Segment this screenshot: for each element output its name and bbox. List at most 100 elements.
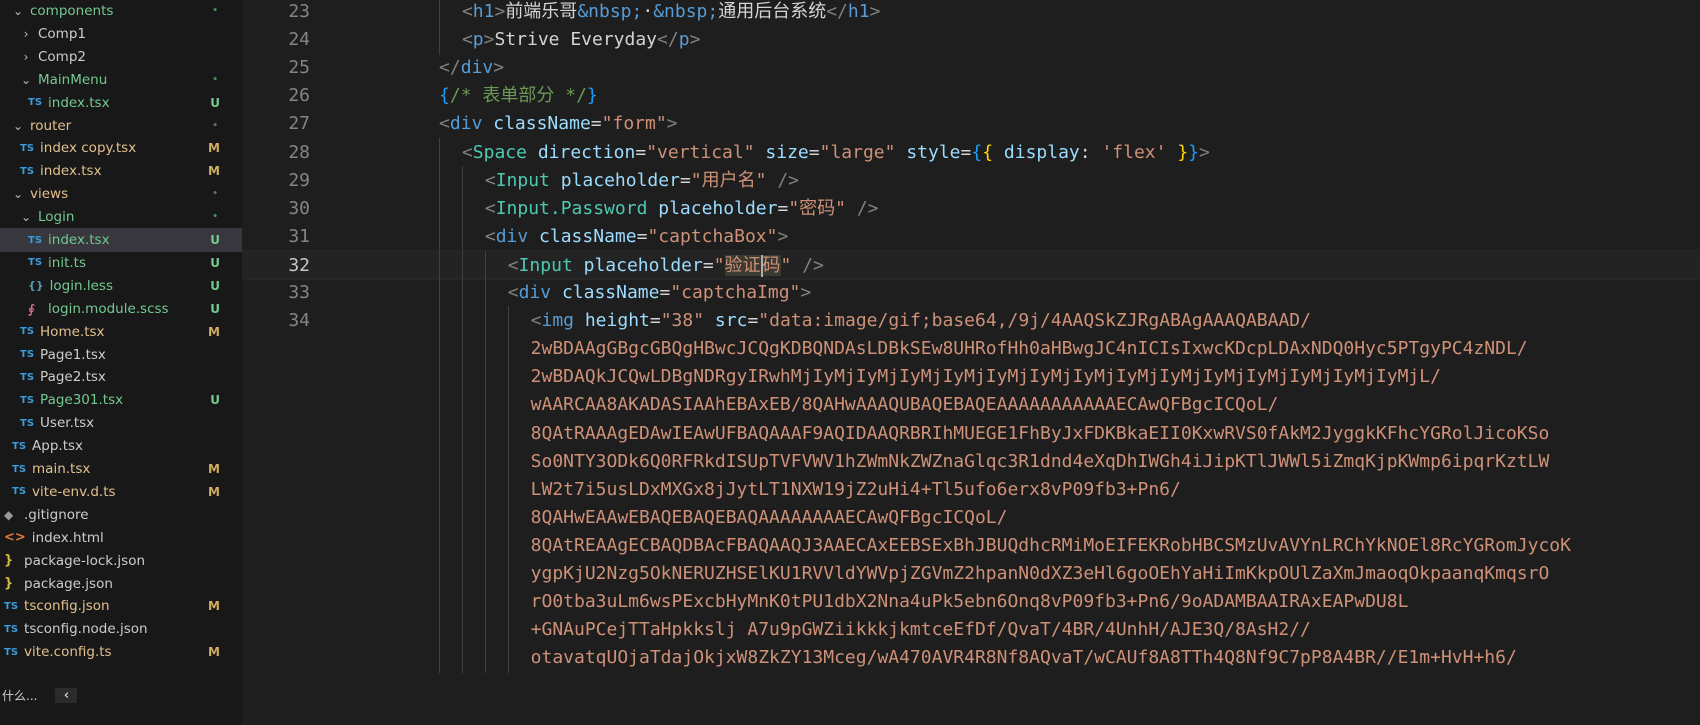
- explorer-item-tsconfig-json[interactable]: TS tsconfig.json M: [0, 594, 242, 618]
- explorer-item-init-ts[interactable]: TS init.ts U: [0, 251, 242, 275]
- explorer-item-label: vite-env.d.ts: [32, 483, 116, 500]
- code-token: =: [777, 197, 789, 219]
- code-line-wrap[interactable]: So0NTY3ODk6Q0RFRkdISUpTVFVWV1hZWmNkZWZna…: [242, 446, 1700, 477]
- explorer-item-gitignore[interactable]: ◆ .gitignore: [0, 503, 242, 527]
- code-token: <: [507, 282, 519, 303]
- code-line-wrap[interactable]: 8QAtREAAgECBAQDBAcFBAQAAQJ3AAECAxEEBSExB…: [242, 530, 1700, 561]
- typescript-file-icon: TS: [12, 463, 27, 475]
- code-line-27[interactable]: 27 <div className="form">: [242, 109, 1700, 139]
- explorer-item-router[interactable]: ⌄ router •: [0, 114, 242, 138]
- code-editor[interactable]: 23 <h1>前端乐哥&nbsp;·&nbsp;通用后台系统</h1> 24 <p>S…: [242, 0, 1700, 725]
- explorer-item-page2-tsx[interactable]: TS Page2.tsx: [0, 365, 242, 389]
- code-token: =: [659, 282, 671, 303]
- line-number: 26: [288, 85, 310, 107]
- code-line-wrap[interactable]: LW2t7i5usLDxMXGx8jJytLT1NXW19jZ2uHi4+Tl5…: [242, 474, 1700, 505]
- explorer-item-views[interactable]: ⌄ views •: [0, 182, 242, 206]
- code-line-34[interactable]: 34 <img height="38" src="data:image/gif;b…: [242, 306, 1700, 337]
- code-token: 2wBDAQkJCQwLDBgNDRgyIRwhMjIyMjIyMjIyMjIy…: [530, 366, 1441, 388]
- explorer-item-comp2[interactable]: › Comp2: [0, 45, 242, 69]
- code-token: <: [484, 225, 496, 247]
- code-line-wrap[interactable]: ygpKjU2Nzg5OkNERUZHSElKU1RVVldYWVpjZGVmZ…: [242, 559, 1700, 589]
- code-token: LW2t7i5usLDxMXGx8jJytLT1NXW19jZ2uHi4+Tl5…: [530, 478, 1181, 500]
- explorer-item-index-copy-tsx[interactable]: TS index copy.tsx M: [0, 136, 242, 160]
- code-token: ": [713, 254, 725, 276]
- explorer-item-user-tsx[interactable]: TS User.tsx: [0, 411, 242, 435]
- code-token: img: [541, 310, 574, 332]
- indent-guide: [507, 530, 509, 561]
- explorer-item-vite-env-d-ts[interactable]: TS vite-env.d.ts M: [0, 480, 242, 504]
- code-token: =: [635, 141, 647, 163]
- explorer-item-home-tsx[interactable]: TS Home.tsx M: [0, 320, 242, 344]
- explorer-item-login-module-scss[interactable]: ∮ login.module.scss U: [0, 297, 242, 321]
- explorer-item-main-tsx[interactable]: TS main.tsx M: [0, 457, 242, 481]
- code-line-25[interactable]: 25 </div>: [242, 53, 1700, 83]
- explorer-item-app-tsx[interactable]: TS App.tsx: [0, 434, 242, 458]
- indent-guide: [461, 559, 463, 589]
- indent-guide: [439, 278, 441, 308]
- code-line-33[interactable]: 33 <div className="captchaImg">: [242, 278, 1700, 308]
- typescript-file-icon: TS: [20, 165, 35, 177]
- explorer-item-vite-config-ts[interactable]: TS vite.config.ts M: [0, 640, 242, 664]
- code-line-wrap[interactable]: +GNAuPCejTTaHpkkslj A7u9pGWZiikkkjkmtceE…: [242, 615, 1700, 646]
- code-line-30[interactable]: 30 <Input.Password placeholder="密码" />: [242, 193, 1700, 224]
- code-line-wrap[interactable]: otavatqUOjaTdajOkjxW8ZkZY13Mceg/wA470AVR…: [242, 643, 1700, 674]
- code-token: }: [1177, 141, 1189, 163]
- typescript-file-icon: TS: [20, 371, 35, 383]
- code-text: <Input placeholder="验证 码" />: [508, 251, 824, 281]
- indent-guide: [507, 390, 509, 421]
- code-line-24[interactable]: 24 <p>Strive Everyday</p>: [242, 25, 1700, 56]
- explorer-item-comp1[interactable]: › Comp1: [0, 22, 242, 46]
- scss-file-icon: ∮: [28, 301, 35, 316]
- code-token: >: [800, 282, 812, 303]
- code-token: ": [780, 254, 792, 276]
- explorer-item-index-tsx[interactable]: TS index.tsx U: [0, 228, 242, 252]
- code-line-28[interactable]: 28 <Space direction="vertical" size="larg…: [242, 137, 1700, 168]
- collapse-icon[interactable]: ‹: [55, 687, 78, 703]
- explorer-item-label: init.ts: [48, 254, 86, 271]
- explorer-item-tsconfig-node-json[interactable]: TS tsconfig.node.json: [0, 617, 242, 641]
- code-line-wrap[interactable]: 2wBDAAgGBgcGBQgHBwcJCQgKDBQNDAsLDBkSEw8U…: [242, 334, 1700, 365]
- explorer-item-index-html[interactable]: <> index.html: [0, 526, 242, 550]
- explorer-item-login[interactable]: ⌄ Login •: [0, 205, 242, 229]
- code-text: So0NTY3ODk6Q0RFRkdISUpTVFVWV1hZWmNkZWZna…: [531, 447, 1550, 477]
- code-line-wrap[interactable]: wAARCAA8AKADASIAAhEBAxEB/8QAHwAAAQUBAQEB…: [242, 390, 1700, 421]
- indent-guide: [461, 474, 463, 505]
- code-text: <Input.Password placeholder="密码" />: [485, 194, 879, 224]
- git-file-icon: ◆: [4, 507, 14, 522]
- explorer-item-package-lock-json[interactable]: } package-lock.json: [0, 549, 242, 573]
- explorer-item-login-less[interactable]: {} login.less U: [0, 274, 242, 298]
- code-token: {: [982, 141, 994, 163]
- code-line-wrap[interactable]: rO0tba3uLm6wsPExcbHyMnK0tPU1dbX2Nna4uPk5…: [242, 587, 1700, 618]
- code-line-wrap[interactable]: 8QAtRAAAgEDAwIEAwUFBAQAAAF9AQIDAAQRBRIhM…: [242, 418, 1700, 449]
- explorer-item-index-tsx[interactable]: TS index.tsx M: [0, 159, 242, 183]
- explorer-item-page1-tsx[interactable]: TS Page1.tsx: [0, 343, 242, 367]
- code-line-31[interactable]: 31 <div className="captchaBox">: [242, 221, 1700, 252]
- line-number: 27: [288, 113, 310, 135]
- indent-guide: [461, 530, 463, 561]
- code-line-32[interactable]: 32 <Input placeholder="验证 码" />: [242, 249, 1700, 281]
- explorer-item-package-json[interactable]: } package.json: [0, 572, 242, 596]
- indent-guide: [461, 165, 463, 196]
- indent-guide: [461, 502, 463, 533]
- explorer-item-index-tsx[interactable]: TS index.tsx U: [0, 91, 242, 115]
- code-token: =: [808, 141, 820, 163]
- indent-guide: [484, 587, 486, 618]
- git-status-badge: M: [208, 141, 220, 156]
- code-line-wrap[interactable]: 8QAHwEAAwEBAQEBAQEBAQAAAAAAAAECAwQFBgcIC…: [242, 502, 1700, 533]
- explorer-item-components[interactable]: ⌄ components •: [0, 0, 242, 23]
- code-line-29[interactable]: 29 <Input placeholder="用户名" />: [242, 165, 1700, 196]
- code-line-23[interactable]: 23 <h1>前端乐哥&nbsp;·&nbsp;通用后台系统</h1>: [242, 0, 1700, 27]
- explorer-item-mainmenu[interactable]: ⌄ MainMenu •: [0, 68, 242, 92]
- code-token: "用户名": [690, 169, 767, 191]
- indent-guide: [461, 334, 463, 365]
- code-text: +GNAuPCejTTaHpkkslj A7u9pGWZiikkkjkmtceE…: [531, 615, 1311, 645]
- code-line-wrap[interactable]: 2wBDAQkJCQwLDBgNDRgyIRwhMjIyMjIyMjIyMjIy…: [242, 362, 1700, 393]
- code-token: >: [689, 29, 701, 51]
- code-token: &nbsp;: [653, 1, 719, 22]
- code-line-26[interactable]: 26 {/* 表单部分 */}: [242, 81, 1700, 111]
- indent-guide: [507, 587, 509, 618]
- explorer-item-page301-tsx[interactable]: TS Page301.tsx U: [0, 388, 242, 412]
